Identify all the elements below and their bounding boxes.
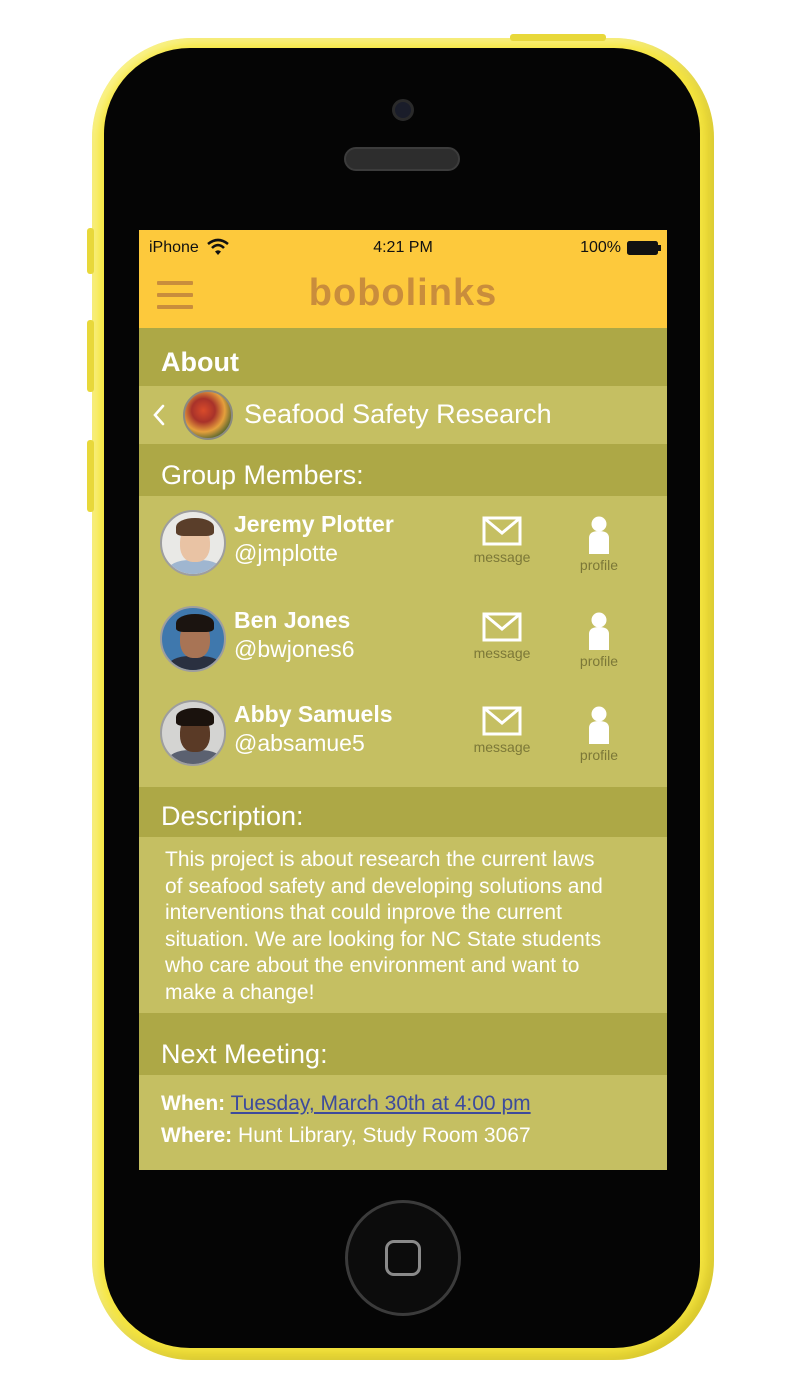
status-bar: iPhone 4:21 PM 100% bbox=[139, 230, 667, 266]
profile-label: profile bbox=[579, 653, 619, 669]
member-name: Ben Jones bbox=[234, 607, 351, 633]
group-name: Seafood Safety Research bbox=[244, 399, 552, 429]
about-title: About bbox=[161, 347, 239, 377]
description-line: make a change! bbox=[165, 980, 315, 1004]
message-label: message bbox=[473, 739, 531, 755]
member-handle: @absamue5 bbox=[234, 730, 365, 756]
meeting-location: Hunt Library, Study Room 3067 bbox=[238, 1124, 531, 1147]
home-square-icon bbox=[385, 1240, 421, 1276]
member-row: Jeremy Plotter @jmplotte message profile bbox=[139, 496, 667, 590]
app-header: iPhone 4:21 PM 100% bobolinks bbox=[139, 230, 667, 328]
profile-button[interactable]: profile bbox=[559, 612, 639, 674]
member-name: Jeremy Plotter bbox=[234, 511, 394, 537]
about-header: About bbox=[139, 328, 667, 386]
description-line: This project is about research the curre… bbox=[165, 848, 595, 871]
member-handle: @jmplotte bbox=[234, 540, 338, 566]
power-button bbox=[510, 34, 606, 41]
envelope-icon bbox=[482, 612, 522, 642]
member-row: Ben Jones @bwjones6 message profile bbox=[139, 592, 667, 686]
profile-label: profile bbox=[579, 557, 619, 573]
person-icon bbox=[589, 706, 609, 744]
message-label: message bbox=[473, 549, 531, 565]
avatar[interactable] bbox=[160, 700, 226, 766]
volume-up-button bbox=[87, 320, 94, 392]
description-line: of seafood safety and developing solutio… bbox=[165, 874, 603, 898]
meeting-where-row: Where: Hunt Library, Study Room 3067 bbox=[161, 1124, 531, 1148]
member-handle: @bwjones6 bbox=[234, 636, 355, 662]
members-header: Group Members: bbox=[139, 444, 667, 496]
member-name: Abby Samuels bbox=[234, 701, 393, 727]
next-meeting-header: Next Meeting: bbox=[139, 1013, 667, 1075]
mute-switch bbox=[87, 228, 94, 274]
description-text: This project is about research the curre… bbox=[165, 847, 655, 1007]
app-logo: bobolinks bbox=[308, 272, 498, 314]
when-label: When: bbox=[161, 1092, 226, 1115]
next-meeting-title: Next Meeting: bbox=[161, 1039, 328, 1069]
avatar[interactable] bbox=[160, 606, 226, 672]
profile-label: profile bbox=[579, 747, 619, 763]
message-label: message bbox=[473, 645, 531, 661]
meeting-when-row: When: Tuesday, March 30th at 4:00 pm bbox=[161, 1092, 531, 1116]
profile-button[interactable]: profile bbox=[559, 706, 639, 768]
volume-down-button bbox=[87, 440, 94, 512]
description-line: interventions that could inprove the cur… bbox=[165, 901, 562, 925]
person-icon bbox=[589, 516, 609, 554]
profile-button[interactable]: profile bbox=[559, 516, 639, 578]
front-camera bbox=[392, 99, 414, 121]
members-title: Group Members: bbox=[161, 460, 364, 490]
chevron-left-icon[interactable] bbox=[151, 402, 167, 428]
envelope-icon bbox=[482, 516, 522, 546]
where-label: Where: bbox=[161, 1124, 233, 1147]
home-button[interactable] bbox=[345, 1200, 461, 1316]
message-button[interactable]: message bbox=[462, 706, 542, 768]
description-title: Description: bbox=[161, 801, 304, 831]
group-title-bar: Seafood Safety Research bbox=[139, 386, 667, 444]
description-header: Description: bbox=[139, 787, 667, 837]
message-button[interactable]: message bbox=[462, 612, 542, 674]
envelope-icon bbox=[482, 706, 522, 736]
battery-icon bbox=[627, 241, 661, 255]
description-line: situation. We are looking for NC State s… bbox=[165, 927, 602, 951]
description-line: who care about the environment and want … bbox=[165, 954, 580, 978]
earpiece-speaker bbox=[344, 147, 460, 171]
member-row: Abby Samuels @absamue5 message profile bbox=[139, 686, 667, 780]
message-button[interactable]: message bbox=[462, 516, 542, 578]
battery-percent: 100% bbox=[580, 239, 621, 256]
group-avatar bbox=[183, 390, 233, 440]
app-screen: iPhone 4:21 PM 100% bobolinks About Seaf… bbox=[139, 230, 667, 1170]
person-icon bbox=[589, 612, 609, 650]
avatar[interactable] bbox=[160, 510, 226, 576]
meeting-date-link[interactable]: Tuesday, March 30th at 4:00 pm bbox=[231, 1092, 531, 1115]
